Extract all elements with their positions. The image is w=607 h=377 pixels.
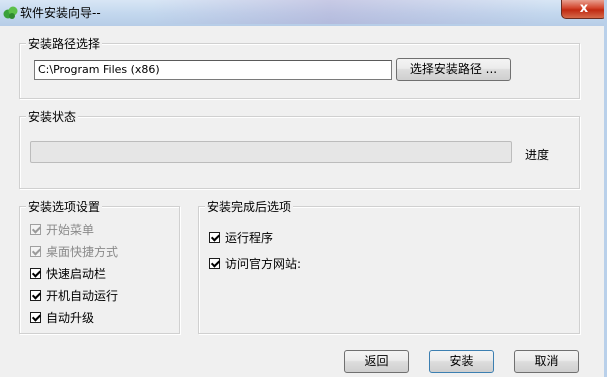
install-path-group-title: 安装路径选择	[26, 35, 103, 52]
post-install-checkbox-1[interactable]	[209, 257, 220, 269]
install-option-3[interactable]: 开机自动运行	[30, 287, 118, 303]
post-install-checkbox-0[interactable]	[209, 231, 220, 243]
install-checkbox-3[interactable]	[30, 289, 41, 301]
install-option-2[interactable]: 快速启动栏	[30, 265, 106, 281]
install-option-label: 自动升级	[46, 310, 95, 325]
post-install-group-title: 安装完成后选项	[205, 198, 294, 215]
install-option-label: 桌面快捷方式	[46, 244, 119, 259]
close-button[interactable]: x	[561, 0, 607, 19]
install-option-label: 开始菜单	[46, 222, 95, 237]
install-option-4[interactable]: 自动升级	[30, 309, 94, 325]
window-title: 软件安装向导--	[20, 6, 101, 20]
title-bar-glass	[150, 0, 550, 24]
install-checkbox-4[interactable]	[30, 311, 41, 323]
install-checkbox-2[interactable]	[30, 267, 41, 279]
cancel-button[interactable]: 取消	[514, 350, 579, 373]
post-install-option-label: 运行程序	[225, 230, 274, 245]
post-install-option-1[interactable]: 访问官方网站:	[209, 255, 301, 271]
post-install-option-label: 访问官方网站:	[225, 256, 302, 271]
install-option-1: 桌面快捷方式	[30, 243, 118, 259]
install-checkbox-0	[30, 223, 41, 235]
install-options-group-title: 安装选项设置	[26, 198, 103, 215]
install-status-group-title: 安装状态	[26, 108, 79, 125]
browse-path-button[interactable]: 选择安装路径 ...	[396, 58, 511, 81]
install-button[interactable]: 安装	[429, 350, 494, 373]
title-bar: 软件安装向导--	[0, 0, 607, 26]
install-option-0: 开始菜单	[30, 221, 94, 237]
progress-label: 进度	[525, 148, 550, 162]
app-icon	[3, 6, 18, 19]
install-checkbox-1	[30, 245, 41, 257]
install-option-label: 开机自动运行	[46, 288, 119, 303]
install-progress-bar	[30, 141, 512, 163]
install-option-label: 快速启动栏	[46, 266, 107, 281]
post-install-option-0[interactable]: 运行程序	[209, 229, 273, 245]
install-path-input[interactable]	[34, 60, 392, 80]
back-button[interactable]: 返回	[344, 350, 409, 373]
